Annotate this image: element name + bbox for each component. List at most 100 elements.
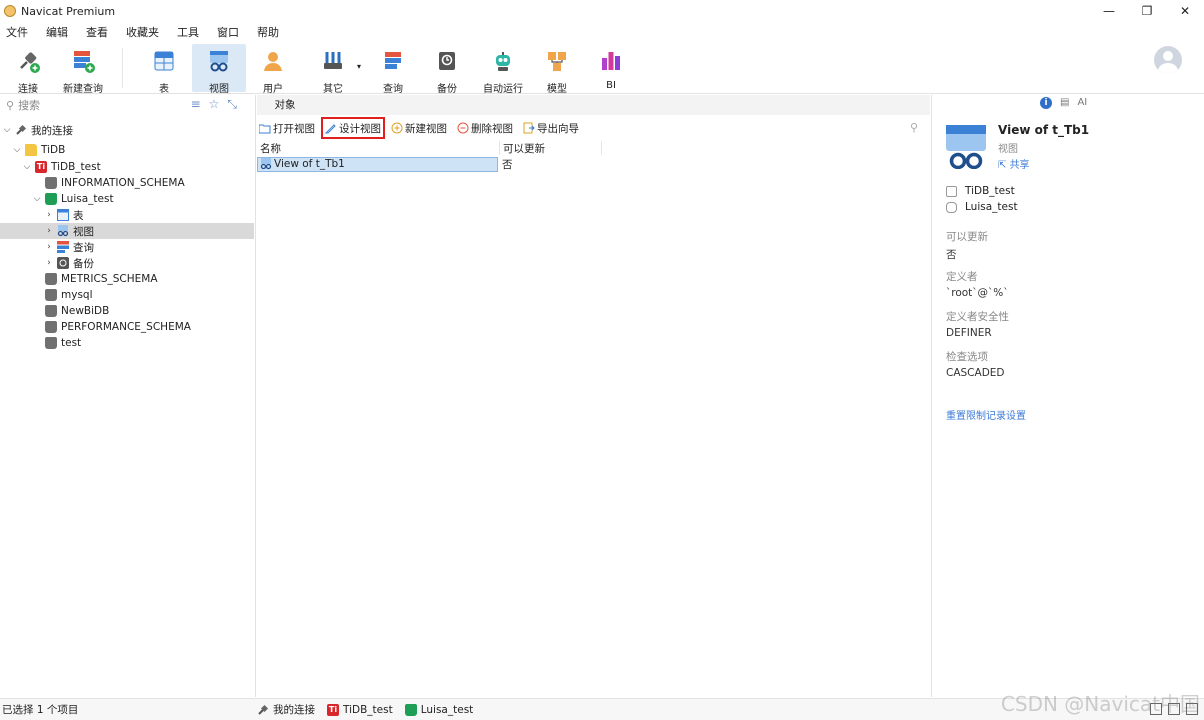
chevron-down-icon[interactable]: ⌵ [32, 194, 42, 204]
automation-button[interactable]: 自动运行 [481, 44, 525, 95]
prop-check-option: 检查选项 CASCADED [946, 349, 1005, 379]
backup-label: 备份 [437, 84, 457, 95]
sidebar-tools: ≡ ☆ ⤡ [191, 97, 237, 112]
tree-db-mysql[interactable]: mysql [0, 287, 254, 303]
delete-view-button[interactable]: 删除视图 [455, 119, 515, 137]
tree-queries[interactable]: › 查询 [0, 239, 254, 255]
query-button[interactable]: 查询 [376, 44, 410, 95]
sidebar-search[interactable]: ⚲ 搜索 ≡ ☆ ⤡ [0, 95, 255, 115]
export-icon [523, 122, 535, 134]
backup-button[interactable]: 备份 [430, 44, 464, 95]
share-link[interactable]: ⇱ 共享 [998, 156, 1030, 171]
minimize-button[interactable]: — [1090, 0, 1128, 22]
chevron-down-icon[interactable]: ⌵ [12, 145, 22, 155]
navicat-logo-icon [4, 5, 16, 17]
tree-label: PERFORMANCE_SCHEMA [61, 321, 191, 333]
chevron-down-icon[interactable]: ⌵ [2, 125, 12, 135]
menu-tools[interactable]: 工具 [177, 24, 199, 40]
crumb-connections[interactable]: 我的连接 [273, 702, 315, 717]
tab-objects[interactable]: 对象 [257, 95, 313, 115]
table-button[interactable]: 表 [143, 44, 185, 95]
other-button[interactable]: 其它 [316, 44, 350, 95]
window-controls: — ❐ ✕ [1090, 0, 1204, 22]
open-view-button[interactable]: 打开视图 [257, 119, 317, 137]
user-avatar[interactable] [1154, 46, 1182, 74]
menu-window[interactable]: 窗口 [217, 24, 239, 40]
menu-help[interactable]: 帮助 [257, 24, 279, 40]
tree-backups[interactable]: › 备份 [0, 255, 254, 271]
chevron-right-icon[interactable]: › [44, 242, 54, 252]
tree-label: METRICS_SCHEMA [61, 273, 158, 285]
chevron-right-icon[interactable]: › [44, 210, 54, 220]
tree-db-information-schema[interactable]: INFORMATION_SCHEMA [0, 175, 254, 191]
crumb-tidb-test[interactable]: TiDB_test [343, 704, 393, 716]
tree-tidb-test-connection[interactable]: ⌵ Ti TiDB_test [0, 159, 254, 175]
query-label: 查询 [383, 84, 403, 95]
menu-file[interactable]: 文件 [6, 24, 28, 40]
new-query-button[interactable]: 新建查询 [60, 44, 106, 95]
info-icon[interactable]: i [1040, 97, 1052, 109]
tree-views[interactable]: › 视图 [0, 223, 254, 239]
object-search-icon[interactable]: ⚲ [910, 121, 918, 134]
main-toolbar: 连接 新建查询 表 视图 用户 其它 ▾ 查询 备份 自动运行 模型 BI [0, 42, 1204, 95]
chevron-down-icon[interactable]: ⌵ [22, 162, 32, 172]
bi-chart-icon [598, 48, 624, 74]
ddl-icon[interactable]: ▤ [1060, 97, 1069, 109]
tree-db-newbidb[interactable]: NewBiDB [0, 303, 254, 319]
menu-view[interactable]: 查看 [86, 24, 108, 40]
collapse-icon[interactable]: ⤡ [227, 97, 237, 112]
plug-icon [15, 48, 41, 74]
tree-my-connections[interactable]: ⌵ 我的连接 [0, 122, 254, 138]
column-header-updatable[interactable]: 可以更新 [500, 141, 602, 155]
design-view-button[interactable]: 设计视图 [321, 117, 385, 139]
model-label: 模型 [547, 84, 567, 95]
export-wizard-button[interactable]: 导出向导 [521, 119, 581, 137]
menu-edit[interactable]: 编辑 [46, 24, 68, 40]
model-button[interactable]: 模型 [540, 44, 574, 95]
connect-button[interactable]: 连接 [8, 44, 48, 95]
new-view-button[interactable]: 新建视图 [389, 119, 449, 137]
open-folder-icon [259, 124, 271, 134]
backup-icon [57, 257, 69, 269]
view-icon [260, 158, 272, 170]
bi-label: BI [606, 80, 616, 91]
tree-label: 我的连接 [31, 124, 73, 137]
other-label: 其它 [323, 84, 343, 95]
user-button[interactable]: 用户 [256, 44, 290, 95]
share-icon: ⇱ [998, 160, 1010, 171]
row-name-text: View of t_Tb1 [274, 158, 345, 170]
maximize-button[interactable]: ❐ [1128, 0, 1166, 22]
info-connection: TiDB_test [946, 185, 1015, 197]
tree-db-test[interactable]: test [0, 335, 254, 351]
search-placeholder[interactable]: 搜索 [18, 97, 40, 113]
tree-db-luisa-test[interactable]: ⌵ Luisa_test [0, 191, 254, 207]
view-button[interactable]: 视图 [192, 44, 246, 95]
delete-view-label: 删除视图 [471, 122, 513, 135]
row-name-cell[interactable]: View of t_Tb1 [257, 156, 498, 172]
table-icon [57, 209, 69, 221]
chevron-right-icon[interactable]: › [44, 226, 54, 236]
ai-icon[interactable]: AI [1077, 97, 1087, 109]
connection-icon [946, 185, 957, 197]
tree-db-performance-schema[interactable]: PERFORMANCE_SCHEMA [0, 319, 254, 335]
tidb-logo-icon: Ti [35, 161, 47, 173]
bi-button[interactable]: BI [596, 44, 626, 92]
star-icon[interactable]: ☆ [209, 97, 220, 112]
info-database: Luisa_test [946, 201, 1018, 213]
crumb-luisa-test[interactable]: Luisa_test [421, 704, 474, 716]
tree-db-metrics-schema[interactable]: METRICS_SCHEMA [0, 271, 254, 287]
automation-label: 自动运行 [483, 84, 523, 95]
tree-tables[interactable]: › 表 [0, 207, 254, 223]
reset-limit-link[interactable]: 重置限制记录设置 [946, 407, 1026, 422]
tree-tidb-group[interactable]: ⌵ TiDB [0, 142, 254, 158]
breadcrumb: 我的连接 Ti TiDB_test Luisa_test [245, 702, 473, 717]
column-header-name[interactable]: 名称 [257, 141, 500, 155]
menu-favorites[interactable]: 收藏夹 [126, 24, 159, 40]
table-row[interactable]: View of t_Tb1 否 [257, 156, 930, 172]
filter-icon[interactable]: ≡ [191, 97, 201, 112]
view-icon [57, 225, 69, 237]
other-dropdown-arrow-icon[interactable]: ▾ [357, 62, 361, 71]
close-button[interactable]: ✕ [1166, 0, 1204, 22]
tree-label: test [61, 337, 82, 349]
chevron-right-icon[interactable]: › [44, 258, 54, 268]
